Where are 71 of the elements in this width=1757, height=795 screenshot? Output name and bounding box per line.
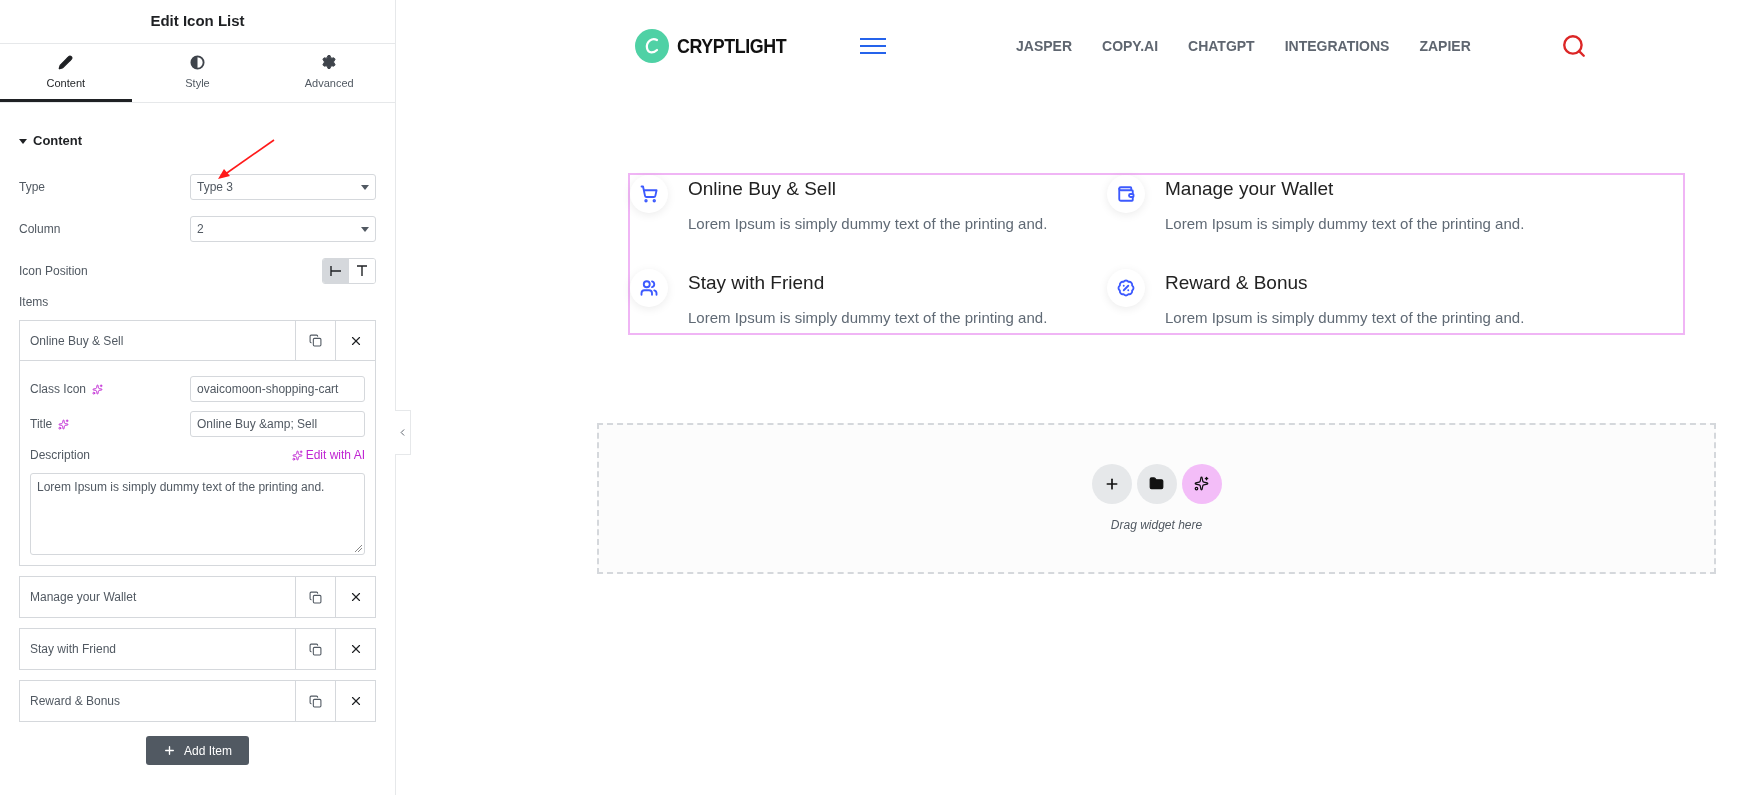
feature-title: Online Buy & Sell — [688, 177, 837, 201]
drop-zone-hint: Drag widget here — [1110, 516, 1203, 534]
feature-description: Lorem Ipsum is simply dummy text of the printing and. — [688, 307, 1048, 328]
sparkle-icon — [1194, 476, 1209, 491]
select-field[interactable]: Type 3 — [190, 174, 376, 200]
panel-tab[interactable]: Advanced — [263, 44, 395, 102]
field-label: Description — [30, 447, 91, 464]
folder-icon — [1149, 476, 1164, 491]
item-title[interactable]: Manage your Wallet — [20, 577, 295, 617]
ai-sparkle-icon[interactable] — [58, 418, 70, 430]
field-label: Class Icon — [30, 381, 87, 398]
title-field[interactable]: Online Buy &amp; Sell — [190, 411, 365, 437]
section-toggle[interactable]: Content — [19, 131, 376, 151]
edit-with-ai-link[interactable]: Edit with AI — [291, 446, 365, 464]
wallet-icon — [1117, 185, 1135, 203]
nav-link[interactable]: CHATGPT — [1188, 35, 1255, 57]
drop-zone[interactable]: Drag widget here — [597, 423, 1716, 574]
field-label: Type — [19, 179, 46, 196]
caret-icon — [361, 226, 369, 232]
site-logo-text[interactable]: CRYPTLIGHT — [677, 30, 787, 62]
class-icon-field[interactable]: ovaicomoon-shopping-cart — [190, 376, 365, 402]
panel-title: Edit Icon List — [150, 11, 245, 32]
feature-description: Lorem Ipsum is simply dummy text of the printing and. — [688, 213, 1048, 234]
align-left-icon — [330, 265, 342, 277]
field-label: Title — [30, 416, 53, 433]
annotation-arrow — [216, 139, 276, 181]
nav-link[interactable]: ZAPIER — [1419, 35, 1471, 57]
settings-icon — [321, 54, 338, 71]
copy-icon — [309, 694, 322, 708]
item-title[interactable]: Online Buy & Sell — [20, 321, 295, 361]
search-icon[interactable] — [1560, 33, 1587, 59]
panel-tab[interactable]: Content — [0, 44, 132, 102]
menu-icon[interactable] — [860, 38, 886, 54]
duplicate-button[interactable] — [295, 321, 335, 361]
ai-sparkle-button[interactable] — [1181, 463, 1222, 504]
caret-icon — [361, 184, 369, 190]
ai-sparkle-icon[interactable] — [92, 383, 104, 395]
field-label: Column — [19, 221, 62, 238]
item-title[interactable]: Reward & Bonus — [20, 681, 295, 721]
caret-icon — [19, 138, 27, 144]
plus-icon — [163, 744, 176, 757]
copy-icon — [309, 590, 322, 604]
copy-icon — [309, 642, 322, 656]
people-icon — [640, 279, 658, 297]
align-left-button[interactable] — [323, 259, 349, 283]
align-top-icon — [356, 265, 368, 277]
feature-title: Manage your Wallet — [1165, 177, 1335, 201]
feature-title: Stay with Friend — [688, 271, 826, 295]
resize-handle-icon[interactable] — [355, 545, 362, 552]
pencil-icon — [58, 54, 74, 70]
logo-icon — [635, 29, 669, 63]
field-label: Items — [19, 294, 50, 311]
contrast-icon — [190, 54, 205, 70]
nav-link[interactable]: JASPER — [1016, 35, 1073, 57]
percent-badge-icon — [1117, 279, 1135, 297]
add-item-button[interactable]: Add Item — [146, 736, 249, 765]
copy-icon — [309, 334, 322, 347]
item-title[interactable]: Stay with Friend — [20, 629, 295, 669]
nav-link[interactable]: COPY.AI — [1102, 35, 1159, 57]
icon-list-widget[interactable] — [628, 173, 1685, 335]
feature-description: Lorem Ipsum is simply dummy text of the printing and. — [1165, 213, 1525, 234]
nav-link[interactable]: INTEGRATIONS — [1284, 35, 1390, 57]
field-label: Icon Position — [19, 263, 88, 280]
remove-button[interactable] — [335, 321, 375, 361]
feature-title: Reward & Bonus — [1165, 271, 1309, 295]
select-field[interactable]: 2 — [190, 216, 376, 242]
description-field[interactable]: Lorem Ipsum is simply dummy text of the printing and. — [30, 473, 365, 555]
feature-description: Lorem Ipsum is simply dummy text of the printing and. — [1165, 307, 1525, 328]
sparkle-icon — [291, 449, 303, 461]
cart-icon — [640, 185, 658, 203]
panel-tab[interactable]: Style — [131, 44, 264, 102]
